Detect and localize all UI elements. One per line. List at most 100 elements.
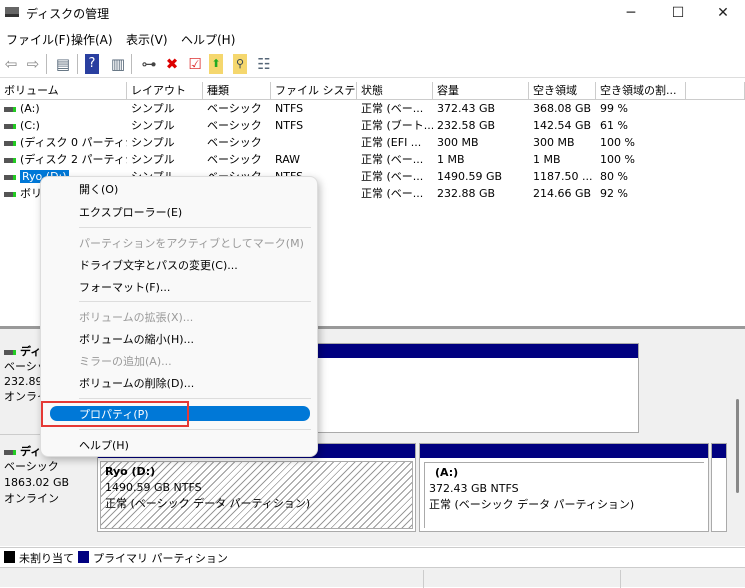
table-cell: 300 MB [533, 136, 575, 149]
unallocated-swatch [4, 551, 15, 563]
legend: 未割り当て プライマリ パーティション [0, 547, 745, 566]
menu-item[interactable]: ミラーの追加(A)... [79, 353, 172, 369]
menu-item[interactable]: ドライブ文字とパスの変更(C)... [79, 257, 238, 273]
table-cell: 正常 (ベー... [361, 153, 424, 166]
menu-separator [79, 398, 311, 399]
table-row[interactable]: (ディスク 0 パーティシ... シンプル ベーシック 正常 (EFI ... 300 … [0, 134, 745, 151]
volume-name: (ディスク 0 パーティシ... [20, 136, 127, 149]
table-cell: 232.58 GB [437, 119, 496, 132]
column-header[interactable]: 容量 [433, 82, 529, 100]
table-cell: ベーシック [207, 153, 262, 166]
table-cell: 正常 (ベー... [361, 102, 424, 115]
table-row[interactable]: (ディスク 2 パーティシ... シンプル ベーシック RAW 正常 (ベー... 1 M… [0, 151, 745, 168]
table-cell: RAW [275, 153, 300, 166]
partition-name: (A:) [435, 466, 459, 479]
menu-item[interactable]: フォーマット(F)... [79, 279, 170, 295]
disk-management-icon [5, 7, 19, 17]
menu-item[interactable]: パーティションをアクティブとしてマーク(M) [79, 235, 304, 251]
partition-a[interactable]: (A:) 372.43 GB NTFS 正常 (ベーシック データ パーティショ… [419, 443, 709, 532]
check-icon[interactable]: ☑ [185, 54, 205, 74]
partition-size: 372.43 GB NTFS [429, 482, 519, 495]
disk-size: 1863.02 GB [4, 476, 70, 489]
drive-icon [4, 174, 16, 180]
table-cell: シンプル [131, 119, 175, 132]
disk-type: ベーシック [4, 460, 59, 473]
drive-icon [4, 140, 16, 146]
column-header[interactable]: 種類 [203, 82, 271, 100]
table-cell: 80 % [600, 170, 628, 183]
table-cell: 100 % [600, 153, 635, 166]
table-cell: 100 % [600, 136, 635, 149]
legend-unallocated: 未割り当て [19, 552, 74, 565]
connect-disk-icon[interactable]: ⊶ [139, 54, 159, 74]
properties-list-icon[interactable]: ☷ [254, 54, 274, 74]
table-cell: ベーシック [207, 136, 262, 149]
column-header[interactable] [686, 82, 745, 100]
disk-status: オンライン [4, 492, 59, 505]
table-cell: 92 % [600, 187, 628, 200]
table-cell: 368.08 GB [533, 102, 592, 115]
partition-size: 1490.59 GB NTFS [105, 481, 202, 494]
context-menu: 開く(O) エクスプローラー(E) パーティションをアクティブとしてマーク(M) ドラ… [40, 176, 318, 457]
volume-name: (ディスク 2 パーティシ... [20, 153, 127, 166]
menu-action[interactable]: 操作(A) [71, 31, 113, 48]
delete-icon[interactable]: ✖ [162, 54, 182, 74]
disk-name: ディ [20, 445, 42, 458]
table-cell: シンプル [131, 136, 175, 149]
drive-icon [4, 106, 16, 112]
menu-separator [79, 227, 311, 228]
partition-name: Ryo (D:) [105, 465, 156, 478]
drive-icon [4, 157, 16, 163]
menu-separator [79, 429, 311, 430]
toolbar: ⇦ ⇨ ▤ ? ▥ ⊶ ✖ ☑ ⬆ ⚲ ☷ [0, 50, 745, 78]
table-cell: NTFS [275, 102, 304, 115]
table-cell: (ディスク 0 パーティシ... [0, 134, 127, 151]
back-icon[interactable]: ⇦ [1, 54, 21, 74]
menu-item[interactable]: ボリュームの縮小(H)... [79, 331, 194, 347]
folder-up-icon[interactable]: ⬆ [209, 54, 223, 74]
table-cell: 1490.59 GB [437, 170, 503, 183]
table-cell: 1 MB [533, 153, 561, 166]
table-cell: (A:) [0, 100, 127, 117]
table-row[interactable]: (A:) シンプル ベーシック NTFS 正常 (ベー... 372.43 GB 368.0… [0, 100, 745, 117]
table-row[interactable]: (C:) シンプル ベーシック NTFS 正常 (ブート... 232.58 GB 142.… [0, 117, 745, 134]
menu-item[interactable]: ボリュームの削除(D)... [79, 375, 194, 391]
table-cell [271, 134, 357, 151]
console-tree-icon[interactable]: ▤ [53, 54, 73, 74]
menu-view[interactable]: 表示(V) [126, 31, 168, 48]
menu-item[interactable]: ヘルプ(H) [79, 437, 129, 453]
column-header[interactable]: 空き領域の割... [596, 82, 686, 100]
partition-small[interactable] [711, 443, 727, 532]
action-pane-icon[interactable]: ▥ [108, 54, 128, 74]
table-cell: シンプル [131, 102, 175, 115]
table-cell: 61 % [600, 119, 628, 132]
menu-item[interactable]: 開く(O) [79, 181, 118, 197]
menu-item[interactable]: プロパティ(P) [79, 406, 149, 422]
table-cell: ベーシック [207, 119, 262, 132]
menu-item[interactable]: エクスプローラー(E) [79, 204, 182, 220]
disk-name: ディ [20, 345, 42, 358]
vertical-scrollbar[interactable] [736, 399, 739, 493]
forward-icon[interactable]: ⇨ [23, 54, 43, 74]
table-cell: 372.43 GB [437, 102, 496, 115]
table-cell: 正常 (ブート... [361, 119, 433, 132]
column-header[interactable]: レイアウト [127, 82, 203, 100]
menu-file[interactable]: ファイル(F) [6, 31, 70, 48]
help-icon[interactable]: ? [85, 54, 99, 74]
maximize-button[interactable]: ☐ [655, 2, 701, 24]
minimize-button[interactable]: ─ [608, 2, 654, 24]
close-button[interactable]: ✕ [700, 2, 745, 24]
column-header[interactable]: ファイル システム [271, 82, 357, 100]
folder-search-icon[interactable]: ⚲ [233, 54, 247, 74]
drive-icon [4, 123, 16, 129]
table-cell: シンプル [131, 153, 175, 166]
window-title: ディスクの管理 [26, 7, 110, 21]
status-bar [0, 567, 745, 588]
column-header[interactable]: 空き領域 [529, 82, 596, 100]
partition-status: 正常 (ベーシック データ パーティション) [105, 497, 311, 510]
table-cell: 214.66 GB [533, 187, 592, 200]
menu-item[interactable]: ボリュームの拡張(X)... [79, 309, 193, 325]
column-header[interactable]: 状態 [357, 82, 433, 100]
menu-help[interactable]: ヘルプ(H) [181, 31, 235, 48]
column-header[interactable]: ボリューム [0, 82, 127, 100]
